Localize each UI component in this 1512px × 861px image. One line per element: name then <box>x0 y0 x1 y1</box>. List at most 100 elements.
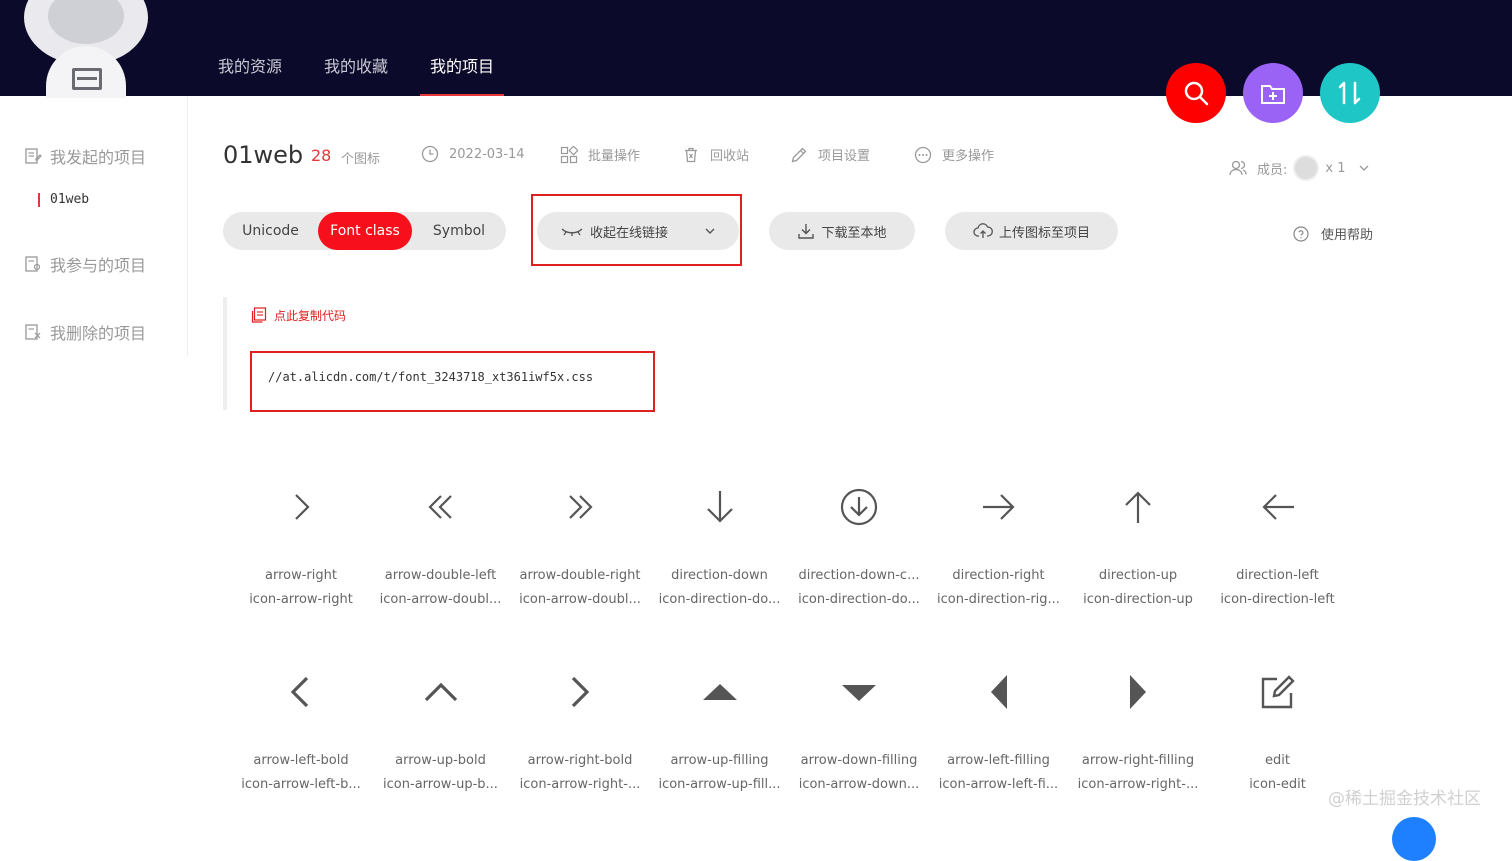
edit-icon <box>1261 675 1295 709</box>
user-avatar[interactable] <box>24 0 148 98</box>
icon-class: icon-arrow-left-fi... <box>938 777 1059 792</box>
arrow-down-circle-icon <box>840 488 878 526</box>
icon-name: arrow-up-filling <box>670 753 769 768</box>
triangle-down-icon <box>842 685 876 701</box>
arrow-down-icon <box>706 491 733 523</box>
chevron-up-bold-icon <box>424 682 457 702</box>
icon-class: icon-arrow-doubl... <box>379 592 502 607</box>
format-tabs: Unicode Font class Symbol <box>223 212 506 250</box>
icon-class: icon-arrow-right-... <box>519 777 641 792</box>
icon-card[interactable]: direction-right icon-direction-rig... <box>929 487 1069 607</box>
triangle-left-icon <box>990 675 1007 709</box>
main-nav: 我的资源 我的收藏 我的项目 <box>218 0 536 96</box>
icon-card[interactable]: arrow-up-filling icon-arrow-up-fill... <box>650 672 790 792</box>
chevron-left-bold-icon <box>290 676 309 708</box>
icon-class: icon-arrow-doubl... <box>519 592 641 607</box>
icon-card[interactable]: arrow-left-filling icon-arrow-left-fi... <box>929 672 1069 792</box>
sidebar-item-deleted[interactable]: 我删除的项目 <box>24 320 146 344</box>
icon-card[interactable]: arrow-down-filling icon-arrow-down... <box>789 672 929 792</box>
icon-name: arrow-right-filling <box>1081 753 1195 768</box>
icon-card[interactable]: direction-down icon-direction-do... <box>650 487 790 607</box>
icon-name: arrow-up-bold <box>395 753 486 768</box>
trash-icon <box>685 147 697 162</box>
grid-icon <box>560 145 578 163</box>
sidebar-subitem-01web[interactable]: 01web <box>38 193 89 207</box>
icon-class: icon-direction-do... <box>658 592 781 607</box>
copy-code-link[interactable]: 点此复制代码 <box>250 306 346 324</box>
double-left-icon <box>427 495 452 519</box>
more-dots-icon <box>914 146 932 163</box>
tab-unicode[interactable]: Unicode <box>223 212 318 250</box>
icon-card[interactable]: arrow-right icon-arrow-right <box>231 487 371 607</box>
icon-card[interactable]: arrow-right-filling icon-arrow-right-... <box>1068 672 1208 792</box>
icon-name: arrow-right <box>265 568 337 583</box>
add-folder-button[interactable] <box>1243 63 1303 123</box>
highlight-box-link <box>531 194 742 266</box>
icon-class: icon-arrow-right-... <box>1077 777 1199 792</box>
nav-my-favorites[interactable]: 我的收藏 <box>324 0 388 96</box>
icon-card[interactable]: arrow-double-right icon-arrow-doubl... <box>510 487 650 607</box>
triangle-up-icon <box>702 684 737 700</box>
icon-class: icon-arrow-up-fill... <box>658 777 781 792</box>
icon-card[interactable]: direction-down-c... icon-direction-do... <box>789 487 929 607</box>
users-icon <box>1229 160 1247 176</box>
project-title: 01web <box>223 141 304 169</box>
icon-name: edit <box>1265 753 1290 768</box>
icon-name: direction-down <box>671 568 768 583</box>
sidebar-item-joined[interactable]: 我参与的项目 <box>24 252 146 276</box>
sort-icon <box>1338 81 1361 105</box>
question-circle-icon <box>1293 225 1309 242</box>
highlight-box-url <box>250 351 655 412</box>
icon-name: direction-left <box>1236 568 1319 583</box>
help-link[interactable]: 使用帮助 <box>1293 224 1373 243</box>
icon-name: arrow-left-bold <box>253 753 349 768</box>
sort-button[interactable] <box>1320 63 1380 123</box>
icon-card[interactable]: direction-up icon-direction-up <box>1068 487 1208 607</box>
pencil-icon <box>791 147 807 162</box>
members-dropdown[interactable]: 成员: x 1 <box>1229 155 1370 181</box>
sidebar-item-label: 我参与的项目 <box>50 256 147 275</box>
batch-operation-button[interactable]: 批量操作 <box>560 145 640 164</box>
project-settings-button[interactable]: 项目设置 <box>790 145 870 164</box>
clock-icon <box>421 145 439 163</box>
recycle-bin-button[interactable]: 回收站 <box>682 145 749 164</box>
upload-button[interactable]: 上传图标至项目 <box>945 212 1118 250</box>
icon-class: icon-direction-left <box>1220 592 1335 607</box>
icon-card[interactable]: arrow-up-bold icon-arrow-up-b... <box>371 672 511 792</box>
nav-my-resources[interactable]: 我的资源 <box>218 0 282 96</box>
icon-card[interactable]: arrow-right-bold icon-arrow-right-... <box>510 672 650 792</box>
sidebar: 我发起的项目 01web 我参与的项目 我删除的项目 <box>0 96 188 356</box>
arrow-up-icon <box>1125 491 1151 523</box>
icon-name: direction-down-c... <box>798 568 920 583</box>
document-search-icon <box>25 256 41 272</box>
nav-my-projects[interactable]: 我的项目 <box>420 0 505 96</box>
icon-class: icon-edit <box>1249 777 1306 792</box>
icon-count-label: 个图标 <box>341 152 381 167</box>
icon-name: direction-right <box>952 568 1045 583</box>
icon-card[interactable]: arrow-left-bold icon-arrow-left-b... <box>231 672 371 792</box>
copy-icon <box>251 307 267 323</box>
download-button[interactable]: 下载至本地 <box>769 212 915 250</box>
icon-class: icon-arrow-left-b... <box>241 777 361 792</box>
icon-class: icon-arrow-up-b... <box>383 777 498 792</box>
search-icon <box>1184 81 1209 106</box>
floating-action-button[interactable] <box>1392 817 1436 861</box>
more-operations-button[interactable]: 更多操作 <box>914 145 994 164</box>
icon-name: arrow-left-filling <box>947 753 1050 768</box>
icon-name: arrow-down-filling <box>800 753 918 768</box>
icon-card[interactable]: edit icon-edit <box>1208 672 1348 792</box>
arrow-left-icon <box>1261 494 1294 520</box>
search-button[interactable] <box>1166 63 1226 123</box>
tab-font-class[interactable]: Font class <box>318 212 412 250</box>
sidebar-item-initiated[interactable]: 我发起的项目 <box>24 144 146 168</box>
tab-symbol[interactable]: Symbol <box>412 212 506 250</box>
folder-add-icon <box>1261 85 1285 104</box>
icon-card[interactable]: direction-left icon-direction-left <box>1208 487 1348 607</box>
document-edit-icon <box>25 148 42 164</box>
sidebar-item-label: 我删除的项目 <box>50 324 147 343</box>
icon-class: icon-arrow-down... <box>798 777 920 792</box>
chevron-right-icon <box>295 494 310 520</box>
icon-card[interactable]: arrow-double-left icon-arrow-doubl... <box>371 487 511 607</box>
triangle-right-icon <box>1130 675 1146 709</box>
project-date: 2022-03-14 <box>421 145 525 163</box>
